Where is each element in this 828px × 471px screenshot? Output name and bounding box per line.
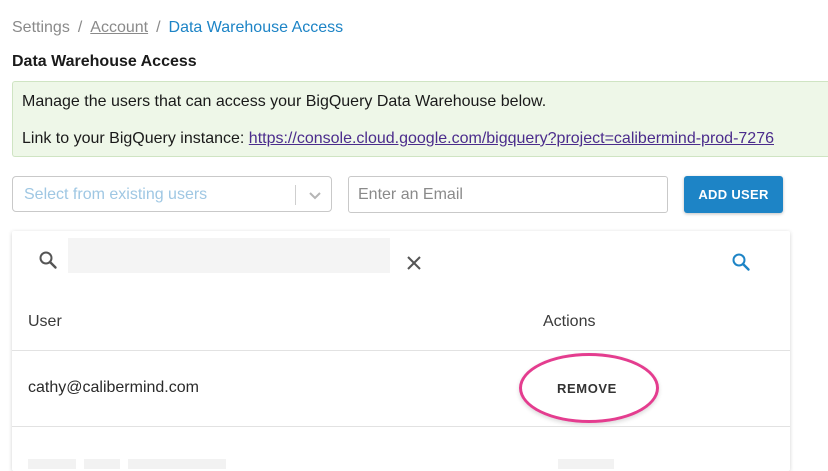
- remove-user-button[interactable]: REMOVE: [547, 375, 627, 401]
- breadcrumb-separator: /: [77, 19, 83, 36]
- user-email-cell: cathy@calibermind.com: [28, 379, 199, 396]
- header-divider: [12, 350, 790, 351]
- info-link-prefix: Link to your BigQuery instance:: [22, 130, 245, 147]
- search-icon: [39, 251, 57, 269]
- row-divider: [12, 426, 790, 427]
- breadcrumb-separator: /: [156, 19, 161, 36]
- email-input[interactable]: [348, 176, 668, 213]
- table-row-placeholder: [84, 459, 120, 469]
- column-header-user: User: [28, 313, 62, 330]
- breadcrumb: Settings / Account / Data Warehouse Access: [12, 19, 343, 37]
- search-icon[interactable]: [730, 251, 752, 273]
- table-row-placeholder: [128, 459, 226, 469]
- users-table-card: User Actions cathy@calibermind.com REMOV…: [12, 231, 790, 471]
- select-placeholder: Select from existing users: [24, 186, 208, 203]
- breadcrumb-settings: Settings: [12, 19, 70, 36]
- breadcrumb-current: Data Warehouse Access: [168, 19, 344, 36]
- select-divider: [295, 185, 296, 205]
- info-banner: Manage the users that can access your Bi…: [12, 81, 828, 157]
- table-row-placeholder: [558, 459, 614, 469]
- page-title: Data Warehouse Access: [12, 53, 197, 70]
- table-search-input[interactable]: [68, 238, 390, 273]
- chevron-down-icon[interactable]: [305, 185, 325, 205]
- breadcrumb-account-link[interactable]: Account: [90, 19, 148, 36]
- info-link-line: Link to your BigQuery instance: https://…: [22, 130, 774, 148]
- column-header-actions: Actions: [543, 313, 596, 330]
- bigquery-link[interactable]: https://console.cloud.google.com/bigquer…: [249, 130, 774, 147]
- table-row-placeholder: [28, 459, 76, 469]
- close-icon[interactable]: [404, 253, 424, 273]
- add-user-button[interactable]: ADD USER: [684, 176, 783, 213]
- info-description: Manage the users that can access your Bi…: [22, 93, 547, 110]
- existing-users-select[interactable]: Select from existing users: [12, 176, 332, 212]
